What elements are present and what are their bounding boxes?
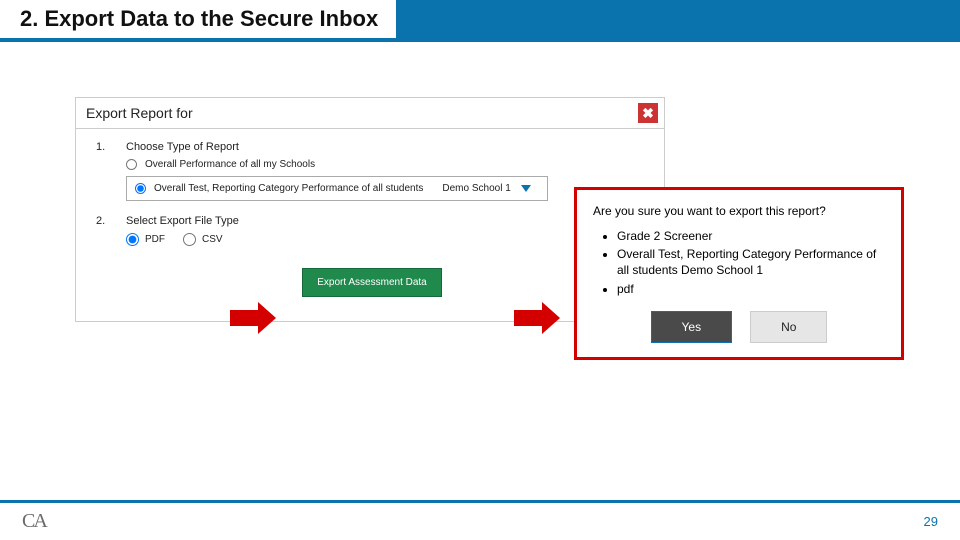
option-pdf[interactable]: PDF: [126, 233, 165, 246]
step-1-number: 1.: [96, 141, 112, 153]
export-panel-title: Export Report for: [86, 105, 193, 121]
option-all-schools[interactable]: Overall Performance of all my Schools: [126, 159, 648, 170]
option-all-students[interactable]: Overall Test, Reporting Category Perform…: [126, 176, 548, 201]
page-number: 29: [924, 514, 938, 529]
school-dropdown[interactable]: Demo School 1: [434, 181, 538, 196]
yes-button[interactable]: Yes: [651, 311, 733, 343]
radio-all-students[interactable]: [135, 183, 146, 194]
option-pdf-label: PDF: [145, 234, 165, 245]
close-icon: ✖: [642, 105, 654, 122]
option-all-students-label: Overall Test, Reporting Category Perform…: [154, 183, 423, 194]
confirm-item: pdf: [617, 281, 885, 297]
export-assessment-data-button[interactable]: Export Assessment Data: [302, 268, 442, 297]
slide-title-bar: 2. Export Data to the Secure Inbox: [0, 0, 960, 42]
confirm-item: Grade 2 Screener: [617, 228, 885, 244]
radio-csv[interactable]: [183, 233, 196, 246]
confirm-item: Overall Test, Reporting Category Perform…: [617, 246, 885, 278]
school-dropdown-value: Demo School 1: [442, 183, 510, 194]
step-2-number: 2.: [96, 215, 112, 227]
confirm-export-dialog: Are you sure you want to export this rep…: [574, 187, 904, 360]
export-panel-header: Export Report for ✖: [76, 98, 664, 129]
close-button[interactable]: ✖: [638, 103, 658, 123]
radio-all-schools[interactable]: [126, 159, 137, 170]
step-2: 2. Select Export File Type PDF CSV: [96, 215, 648, 246]
no-button[interactable]: No: [750, 311, 827, 343]
option-all-schools-label: Overall Performance of all my Schools: [145, 159, 315, 170]
option-csv-label: CSV: [202, 234, 223, 245]
radio-pdf[interactable]: [126, 233, 139, 246]
slide-footer: CA 29: [0, 500, 960, 540]
content-area: Export Report for ✖ 1. Choose Type of Re…: [0, 42, 960, 500]
caret-down-icon: [521, 185, 531, 192]
option-csv[interactable]: CSV: [183, 233, 223, 246]
step-1-title: Choose Type of Report: [126, 141, 239, 153]
confirm-list: Grade 2 Screener Overall Test, Reporting…: [617, 228, 885, 297]
logo: CA: [22, 510, 46, 533]
confirm-question: Are you sure you want to export this rep…: [593, 204, 885, 218]
step-2-title: Select Export File Type: [126, 215, 239, 227]
slide-title: 2. Export Data to the Secure Inbox: [0, 0, 396, 38]
step-1: 1. Choose Type of Report Overall Perform…: [96, 141, 648, 201]
